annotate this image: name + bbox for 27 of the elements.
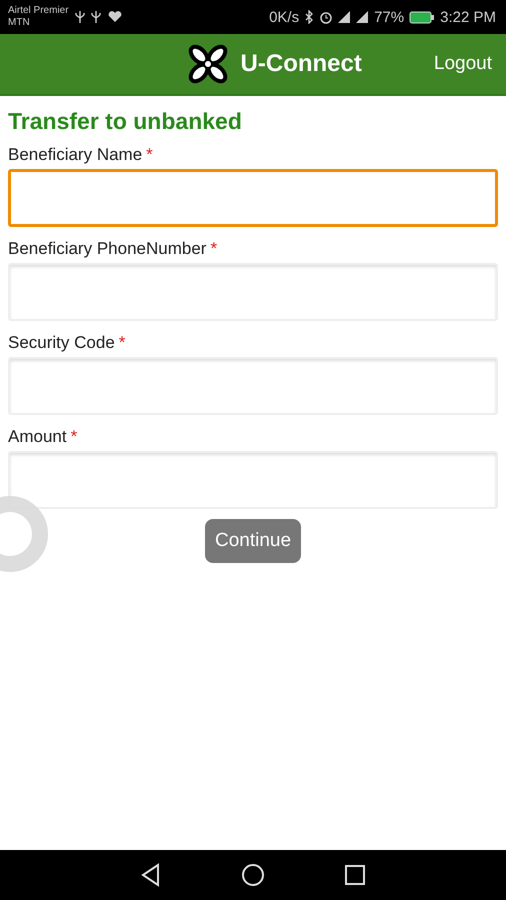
required-mark: * xyxy=(210,239,218,259)
signal-icon xyxy=(338,10,352,24)
carrier-name: MTN xyxy=(8,17,31,29)
alarm-icon xyxy=(319,10,334,24)
input-field[interactable] xyxy=(8,169,498,227)
field-label: Amount xyxy=(8,427,67,447)
bluetooth-icon xyxy=(304,10,314,24)
recents-icon[interactable] xyxy=(342,862,368,888)
page-title: Transfer to unbanked xyxy=(8,108,243,135)
logo-icon xyxy=(186,43,229,85)
battery-icon xyxy=(409,10,436,24)
continue-button[interactable]: Continue xyxy=(204,519,302,563)
required-mark: * xyxy=(146,145,153,165)
notification-icons xyxy=(74,10,124,24)
network-speed: 0K/s xyxy=(269,8,300,26)
carrier-name: Airtel Premier xyxy=(8,5,69,17)
app-title: U-Connect xyxy=(240,50,362,78)
clock: 3:22 PM xyxy=(440,8,496,26)
required-mark: * xyxy=(118,333,126,353)
battery-percent: 77% xyxy=(374,8,404,26)
logout-link[interactable]: Logout xyxy=(434,53,492,75)
required-mark: * xyxy=(70,427,78,447)
field-label: Security Code xyxy=(8,333,115,353)
signal-icon xyxy=(356,10,370,24)
field-label: Beneficiary PhoneNumber xyxy=(8,239,206,259)
home-icon[interactable] xyxy=(240,862,266,888)
field-label: Beneficiary Name xyxy=(8,145,142,165)
